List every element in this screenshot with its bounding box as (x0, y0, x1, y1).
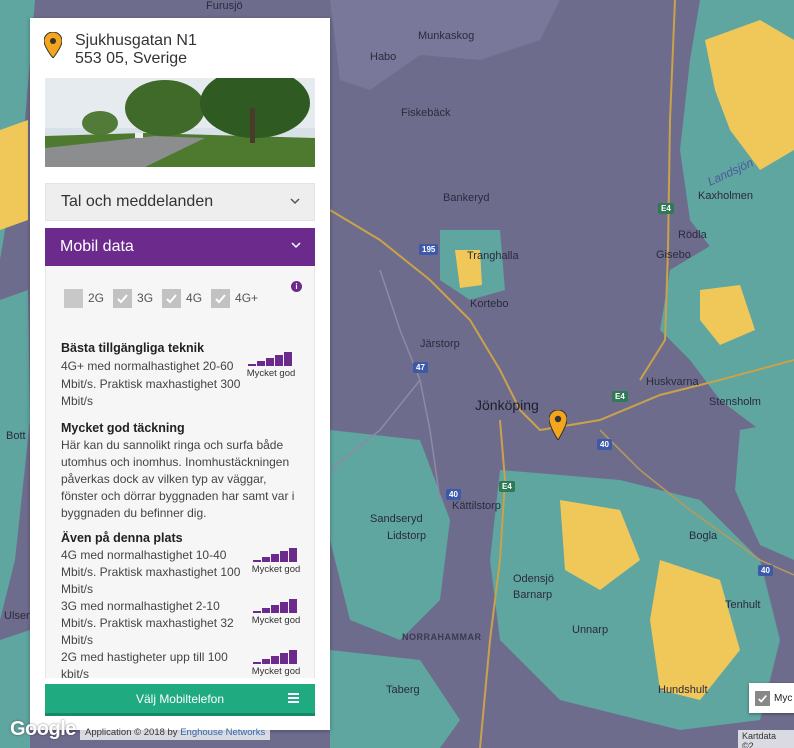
map-place-label: Taberg (386, 684, 420, 696)
road-shield: 40 (597, 439, 612, 450)
signal-strength-indicator: Mycket god (251, 548, 301, 575)
choose-phone-button[interactable]: Välj Mobiltelefon (45, 684, 315, 716)
map-place-label: Bott (6, 430, 26, 442)
technology-filter: 2G 3G 4G 4G+ (64, 288, 267, 308)
signal-strength-indicator: Mycket god (251, 650, 301, 677)
signal-strength-indicator: Mycket god (251, 599, 301, 626)
check-icon (215, 293, 226, 303)
map-place-label: Furusjö (206, 0, 243, 12)
accordion-voice-label: Tal och meddelanden (61, 193, 214, 210)
attribution-link[interactable]: Enghouse Networks (180, 727, 265, 738)
map-place-label: Kättilstorp (452, 500, 501, 512)
map-place-label: Bankeryd (443, 192, 490, 204)
also-item-text: 4G med normalhastighet 10-40 Mbit/s. Pra… (61, 548, 241, 596)
technology-label: 2G (88, 291, 105, 305)
signal-bars-icon (253, 548, 297, 562)
road-shield: E4 (658, 203, 674, 214)
map-place-label: Tenhult (725, 599, 761, 611)
attribution: Application © 2018 by Enghouse Networks (80, 726, 271, 740)
map-place-label: Fiskebäck (401, 107, 451, 119)
checkbox-2g[interactable] (64, 288, 83, 308)
technology-label: 3G (137, 291, 154, 305)
map-place-label: Odensjö (513, 573, 554, 585)
map-place-label: Lidstorp (387, 530, 427, 542)
map-place-label: Stensholm (709, 396, 761, 408)
technology-label: 4G+ (235, 291, 259, 305)
road-shield: 47 (413, 362, 428, 373)
road-shield: E4 (499, 481, 515, 492)
map-place-label: Sandseryd (370, 513, 423, 525)
map-place-label: Rödla (678, 229, 707, 241)
signal-bars-icon (248, 352, 292, 366)
map-place-label: Kortebo (470, 298, 509, 310)
map-place-label: Bogla (689, 530, 718, 542)
map-place-label: Gisebo (656, 249, 691, 261)
signal-strength-indicator: Mycket god (246, 352, 296, 379)
chevron-down-icon (291, 242, 301, 249)
menu-icon (288, 693, 299, 703)
map-place-label: Norrahammar (402, 632, 482, 642)
technology-label: 4G (186, 291, 203, 305)
signal-bars-icon (253, 650, 297, 664)
check-icon (117, 293, 128, 303)
accordion-data-label: Mobil data (60, 238, 134, 255)
address-postal: 553 05, Sverige (75, 50, 188, 67)
also-item-text: 3G med normalhastighet 2-10 Mbit/s. Prak… (61, 599, 234, 647)
map-place-label: Munkaskog (418, 30, 475, 42)
signal-bars-icon (253, 599, 297, 613)
signal-rating: Mycket god (246, 368, 296, 379)
map-place-label: Kaxholmen (698, 190, 754, 202)
info-icon[interactable]: i (291, 281, 302, 292)
checkbox-4g[interactable] (162, 288, 182, 308)
road-shield: 40 (758, 565, 773, 576)
mobile-data-content: 2G 3G 4G 4G+ i Bästa tillgängliga teknik… (45, 266, 315, 681)
street-view-image[interactable] (45, 78, 315, 167)
address-street: Sjukhusgatan N1 (75, 32, 197, 49)
road-shield: 195 (419, 244, 439, 255)
road-shield: E4 (612, 391, 628, 402)
check-icon (166, 293, 177, 303)
checkbox-4g-plus[interactable] (211, 288, 231, 308)
map-place-label: Tranghalla (467, 250, 519, 262)
location-info-panel: Sjukhusgatan N1 553 05, Sverige Tal och … (30, 18, 330, 730)
legend-label: Myc (774, 692, 793, 704)
legend-toggle[interactable]: Myc (749, 683, 794, 713)
signal-rating: Mycket god (251, 666, 301, 677)
signal-rating: Mycket god (251, 615, 301, 626)
map-place-label: Ulsen (4, 610, 33, 622)
map-place-label: Unnarp (572, 624, 609, 636)
attribution-text: Application © 2018 by (85, 727, 181, 738)
best-technology-heading: Bästa tillgängliga teknik (61, 341, 205, 355)
google-logo: Google (10, 718, 76, 740)
also-item-text: 2G med hastigheter upp till 100 kbit/s (61, 650, 228, 681)
coverage-text: Här kan du sannolikt ringa och surfa båd… (61, 438, 295, 520)
map-city-label: Jönköping (475, 397, 539, 413)
accordion-voice-sms[interactable]: Tal och meddelanden (45, 183, 315, 221)
legend-checkbox[interactable] (755, 690, 770, 706)
map-place-label: Hundshult (658, 684, 708, 696)
coverage-heading: Mycket god täckning (61, 421, 185, 435)
map-place-label: Barnarp (513, 589, 553, 601)
map-place-label: Järstorp (420, 338, 460, 350)
map-place-label: Habo (370, 51, 397, 63)
accordion-mobile-data[interactable]: Mobil data (45, 228, 315, 266)
address-block: Sjukhusgatan N1 553 05, Sverige (44, 32, 324, 76)
also-here-heading: Även på denna plats (61, 531, 183, 545)
signal-rating: Mycket god (251, 564, 301, 575)
check-icon (758, 694, 767, 703)
map-data-credit[interactable]: Kartdata ©2 (738, 730, 794, 748)
map-place-label: Huskvarna (646, 376, 699, 388)
location-pin-icon (44, 32, 62, 58)
road-shield: 40 (446, 489, 461, 500)
checkbox-3g[interactable] (113, 288, 133, 308)
choose-phone-label: Välj Mobiltelefon (135, 691, 225, 706)
chevron-down-icon (290, 198, 300, 205)
location-pin-icon[interactable] (549, 410, 567, 440)
best-technology-text: 4G+ med normalhastighet 20-60 Mbit/s. Pr… (61, 359, 241, 408)
